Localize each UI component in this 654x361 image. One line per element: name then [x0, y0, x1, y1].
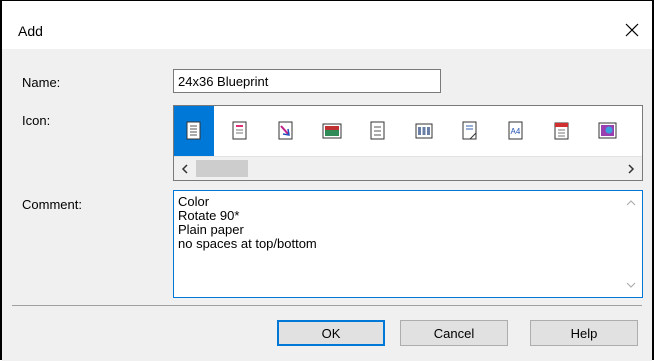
icon-row: A4: [174, 106, 642, 156]
icon-option-image[interactable]: [312, 106, 352, 156]
close-button[interactable]: [622, 20, 642, 40]
ok-button[interactable]: OK: [277, 320, 385, 346]
dialog-title: Add: [18, 23, 43, 39]
icon-option-document-lines[interactable]: [358, 106, 398, 156]
icon-option-document-pink[interactable]: [220, 106, 260, 156]
document-arrow-icon: [278, 121, 293, 140]
icon-option-document[interactable]: [174, 106, 214, 156]
chevron-up-icon: [626, 200, 636, 206]
scroll-up-button[interactable]: [620, 193, 642, 213]
scroll-right-button[interactable]: [620, 157, 642, 180]
image-icon: [322, 123, 342, 139]
add-dialog: Add Name: Icon:: [0, 0, 654, 361]
icon-option-grid[interactable]: [404, 106, 444, 156]
document-fold-icon: [462, 121, 477, 140]
scroll-thumb[interactable]: [196, 160, 248, 177]
document-icon: [186, 121, 201, 140]
chevron-left-icon: [181, 164, 188, 174]
icon-option-document-fold[interactable]: [450, 106, 490, 156]
comment-text[interactable]: Color Rotate 90* Plain paper no spaces a…: [178, 195, 618, 251]
chevron-right-icon: [628, 164, 635, 174]
comment-field[interactable]: Color Rotate 90* Plain paper no spaces a…: [173, 190, 643, 298]
calendar-icon: [554, 122, 569, 140]
cancel-button[interactable]: Cancel: [400, 320, 508, 346]
comment-label: Comment:: [22, 197, 82, 212]
svg-text:A4: A4: [511, 127, 521, 136]
icon-option-photo[interactable]: [588, 106, 628, 156]
icon-picker[interactable]: A4: [173, 105, 643, 181]
document-lines-icon: [370, 121, 385, 140]
chevron-down-icon: [626, 282, 636, 288]
photo-icon: [598, 122, 617, 139]
icon-option-a4[interactable]: A4: [496, 106, 536, 156]
scroll-down-button[interactable]: [620, 275, 642, 295]
close-icon: [625, 23, 639, 37]
name-label: Name:: [22, 75, 61, 90]
title-bar: Add: [2, 1, 652, 49]
comment-vertical-scrollbar[interactable]: [620, 191, 642, 297]
name-field[interactable]: [173, 69, 441, 93]
icon-horizontal-scrollbar[interactable]: [174, 156, 642, 180]
icon-label: Icon:: [22, 113, 51, 128]
document-pink-icon: [232, 121, 247, 140]
icon-option-calendar[interactable]: [542, 106, 582, 156]
divider: [12, 305, 642, 306]
grid-icon: [415, 123, 433, 139]
scroll-left-button[interactable]: [174, 157, 196, 180]
a4-icon: A4: [508, 121, 523, 140]
help-button[interactable]: Help: [530, 320, 638, 346]
icon-option-document-arrow[interactable]: [266, 106, 306, 156]
